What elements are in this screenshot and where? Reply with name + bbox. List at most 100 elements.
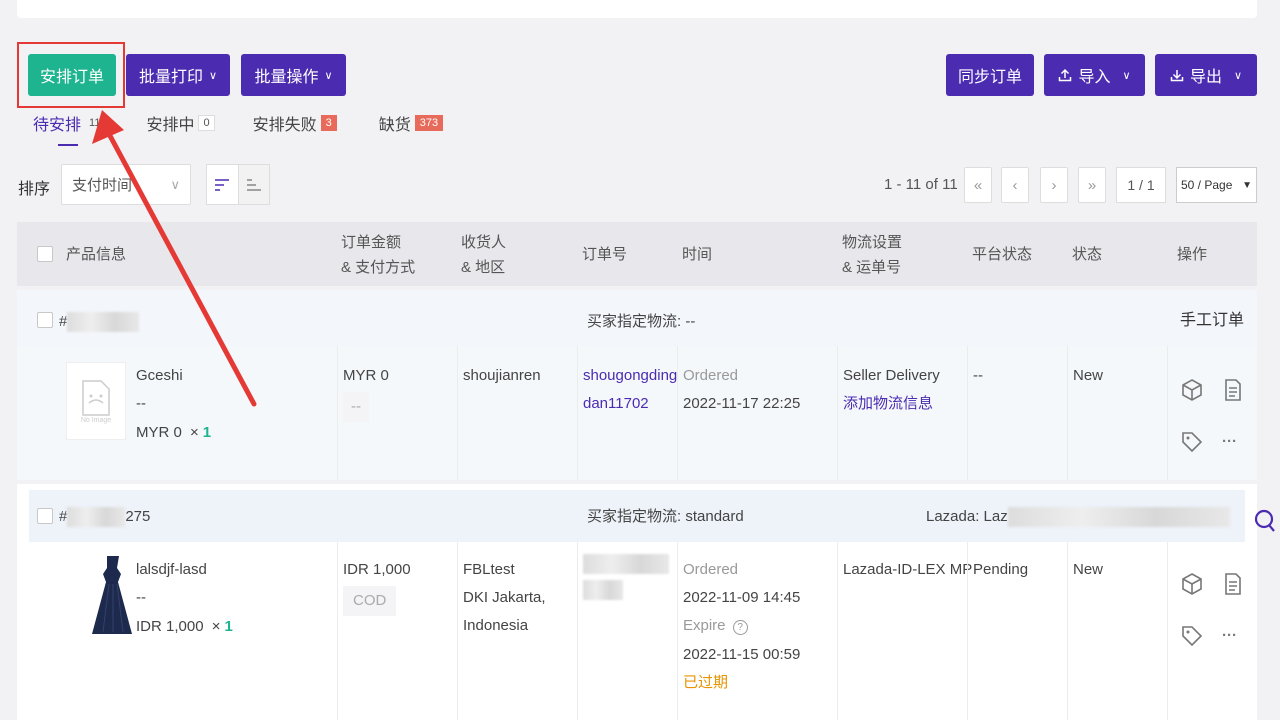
tab-arranging[interactable]: 安排中 0 xyxy=(146,110,215,136)
batch-print-label: 批量打印 xyxy=(138,69,203,86)
product-image xyxy=(92,556,132,634)
masked-order-number xyxy=(583,554,669,574)
help-icon[interactable]: ? xyxy=(732,620,748,635)
package-icon[interactable] xyxy=(1180,378,1204,402)
expire-label-text: Expire xyxy=(683,617,726,634)
order-checkbox[interactable] xyxy=(37,312,53,328)
sort-field-select[interactable]: 支付时间 ∨ xyxy=(61,164,191,205)
col-logistics-line1: 物流设置 xyxy=(842,234,903,251)
pay-method: COD xyxy=(343,584,397,616)
order-time: 2022-11-09 14:45 xyxy=(683,589,801,606)
divider xyxy=(677,346,678,480)
divider xyxy=(457,542,458,720)
divider xyxy=(337,542,338,720)
col-recipient: 收货人 & 地区 xyxy=(461,230,506,280)
add-logistics-link[interactable]: 添加物流信息 xyxy=(843,390,933,418)
document-icon[interactable] xyxy=(1221,572,1245,596)
platform-status: -- xyxy=(973,367,983,384)
first-page-icon[interactable]: « xyxy=(964,167,992,203)
order-source: 手工订单 xyxy=(1180,312,1245,329)
order-row: #275 买家指定物流: standard Lazada: Laz lalsdj… xyxy=(17,484,1257,720)
tag-icon[interactable] xyxy=(1180,624,1204,648)
product-price: IDR 1,000 xyxy=(136,618,204,635)
logistics: Seller Delivery xyxy=(843,367,940,384)
col-ops: 操作 xyxy=(1177,246,1208,263)
last-page-icon[interactable]: » xyxy=(1078,167,1106,203)
order-header: #275 买家指定物流: standard Lazada: Laz xyxy=(29,490,1245,542)
tab-label: 缺货 xyxy=(378,117,411,134)
chevron-down-icon: ▼ xyxy=(1242,179,1252,191)
recipient: FBLtest DKI Jakarta, Indonesia xyxy=(463,556,546,640)
col-platform-status: 平台状态 xyxy=(972,246,1033,263)
order-body: No Image Gceshi -- MYR 0 × 1 MYR 0 -- sho… xyxy=(17,346,1257,480)
divider xyxy=(967,542,968,720)
status-tabs: 待安排 11 安排中 0 安排失败 3 缺货 373 xyxy=(33,110,491,146)
chevron-down-icon: ∨ xyxy=(208,69,218,82)
select-all-checkbox[interactable] xyxy=(37,246,53,262)
document-icon[interactable] xyxy=(1221,378,1245,402)
recipient-region: DKI Jakarta, xyxy=(463,589,546,606)
search-icon[interactable] xyxy=(1254,508,1276,540)
sort-desc-icon[interactable] xyxy=(207,165,238,204)
order-status: New xyxy=(1073,367,1104,384)
no-image-icon xyxy=(82,379,110,416)
order-checkbox[interactable] xyxy=(37,508,53,524)
more-icon[interactable]: ··· xyxy=(1222,428,1237,456)
upload-icon xyxy=(1059,68,1072,82)
divider xyxy=(1067,542,1068,720)
chevron-down-icon: ∨ xyxy=(170,176,180,192)
page-indicator[interactable]: 1 / 1 xyxy=(1116,167,1166,203)
package-icon[interactable] xyxy=(1180,572,1204,596)
sort-asc-icon[interactable] xyxy=(237,165,269,204)
order-id: #275 xyxy=(59,503,150,531)
masked-order-id xyxy=(67,312,140,333)
col-order-no: 订单号 xyxy=(582,246,628,263)
order-status: New xyxy=(1073,561,1104,578)
order-id-suffix: 275 xyxy=(125,508,151,525)
page-size-value: 50 / Page xyxy=(1181,178,1233,192)
order-number-line2: dan11702 xyxy=(583,395,649,412)
tab-count-badge: 11 xyxy=(89,117,101,129)
divider xyxy=(1167,542,1168,720)
col-recipient-line1: 收货人 xyxy=(461,234,507,251)
product-image: No Image xyxy=(66,362,126,440)
order-number-link[interactable]: shougongding dan11702 xyxy=(583,362,677,418)
recipient-name: FBLtest xyxy=(463,561,515,578)
pay-method: -- xyxy=(343,390,369,422)
product-name: Gceshi xyxy=(136,367,183,384)
product-qty: 1 xyxy=(202,424,212,441)
col-amount: 订单金额 & 支付方式 xyxy=(341,230,415,280)
divider xyxy=(577,542,578,720)
chevron-down-icon: ∨ xyxy=(1122,69,1131,82)
sort-field-value: 支付时间 xyxy=(72,177,133,194)
tab-pending-arrange[interactable]: 待安排 11 xyxy=(33,110,104,136)
logistics: Lazada-ID-LEX MP xyxy=(843,561,973,578)
page-size-select[interactable]: 50 / Page ▼ xyxy=(1176,167,1257,203)
divider xyxy=(577,346,578,480)
next-page-icon[interactable]: › xyxy=(1040,167,1068,203)
order-body: lalsdjf-lasd -- IDR 1,000 × 1 IDR 1,000 C… xyxy=(17,542,1257,720)
batch-print-button[interactable]: 批量打印 ∨ xyxy=(126,54,230,96)
order-number-masked[interactable] xyxy=(583,554,669,600)
batch-ops-button[interactable]: 批量操作 ∨ xyxy=(241,54,346,96)
product-price: MYR 0 xyxy=(136,424,182,441)
tab-arrange-failed[interactable]: 安排失败 3 xyxy=(253,110,337,136)
tag-icon[interactable] xyxy=(1180,430,1204,454)
tab-count-badge: 0 xyxy=(198,115,215,131)
more-icon[interactable]: ··· xyxy=(1222,622,1237,650)
import-label: 导入 xyxy=(1078,69,1111,86)
divider xyxy=(967,346,968,480)
sync-orders-button[interactable]: 同步订单 xyxy=(946,54,1034,96)
order-time: 2022-11-17 22:25 xyxy=(683,395,801,412)
chevron-down-icon: ∨ xyxy=(324,69,333,82)
export-button[interactable]: 导出 ∨ xyxy=(1155,54,1257,96)
chevron-down-icon: ∨ xyxy=(1233,69,1243,82)
divider xyxy=(837,346,838,480)
tab-label: 安排失败 xyxy=(252,117,317,134)
col-amount-line2: & 支付方式 xyxy=(341,259,416,276)
tab-out-of-stock[interactable]: 缺货 373 xyxy=(378,110,444,136)
divider xyxy=(1167,346,1168,480)
prev-page-icon[interactable]: ‹ xyxy=(1001,167,1029,203)
import-button[interactable]: 导入 ∨ xyxy=(1044,54,1145,96)
pay-method-badge: -- xyxy=(343,392,369,422)
